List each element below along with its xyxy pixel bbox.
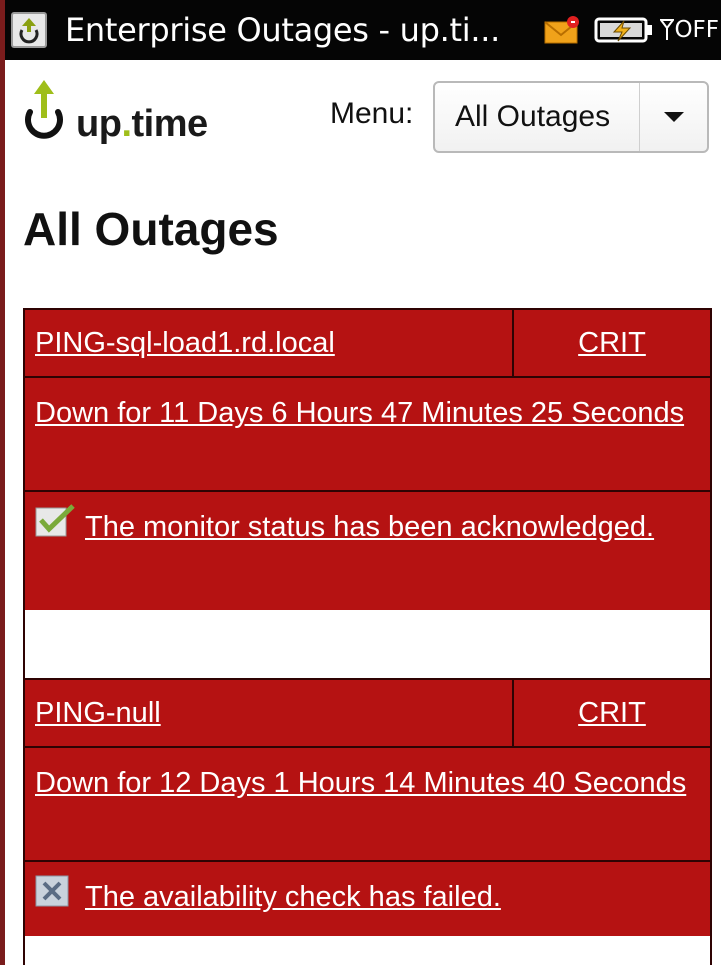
outage-header-row: PING-null CRIT [25,680,710,748]
outage-status-cell: CRIT [514,310,710,376]
window-title: Enterprise Outages - up.ti... [65,11,500,49]
uptime-logo-icon [25,80,63,139]
x-icon [35,875,69,907]
outage-message-link[interactable]: The availability check has failed. [35,875,501,913]
outage-duration-row: Down for 12 Days 1 Hours 14 Minutes 40 S… [25,748,710,862]
menu-select[interactable]: All Outages [433,81,709,153]
menu-select-value: All Outages [455,100,611,133]
outage-message-row: The monitor status has been acknowledged… [25,492,710,610]
outage-message-row: The availability check has failed. [25,862,710,936]
status-bar: Enterprise Outages - up.ti... OFF [0,0,721,60]
outage-status-link[interactable]: CRIT [578,320,646,366]
app-icon [11,12,47,48]
chevron-down-icon [663,112,684,122]
outage-separator [23,936,712,965]
page-title: All Outages [23,203,279,255]
outage-status-cell: CRIT [514,680,710,746]
outage-card: PING-null CRIT Down for 12 Days 1 Hours … [23,678,712,938]
page-frame: up.time Menu: All Outages All Outages PI… [0,60,721,965]
signal-text: OFF [674,17,719,43]
mail-icon[interactable] [544,16,580,44]
outage-header-row: PING-sql-load1.rd.local CRIT [25,310,710,378]
battery-charging-icon [594,17,653,43]
outage-duration-link[interactable]: Down for 12 Days 1 Hours 14 Minutes 40 S… [35,767,686,799]
outage-card: PING-sql-load1.rd.local CRIT Down for 11… [23,308,712,612]
outage-status-link[interactable]: CRIT [578,690,646,736]
outage-name-cell: PING-sql-load1.rd.local [25,310,514,376]
outage-message-link[interactable]: The monitor status has been acknowledged… [35,504,654,543]
outage-duration-row: Down for 11 Days 6 Hours 47 Minutes 25 S… [25,378,710,492]
logo-text: up.time [76,103,208,145]
outage-name-cell: PING-null [25,680,514,746]
check-icon [35,504,75,537]
outage-duration-link[interactable]: Down for 11 Days 6 Hours 47 Minutes 25 S… [35,397,684,429]
outage-name-link[interactable]: PING-null [35,690,161,736]
antenna-icon [660,19,675,40]
outage-name-link[interactable]: PING-sql-load1.rd.local [35,320,335,366]
dropdown-button[interactable] [639,83,707,151]
signal-indicator: OFF [660,17,719,43]
menu-label: Menu: [330,97,414,130]
uptime-logo[interactable]: up.time [20,78,208,148]
outage-separator [23,610,712,680]
